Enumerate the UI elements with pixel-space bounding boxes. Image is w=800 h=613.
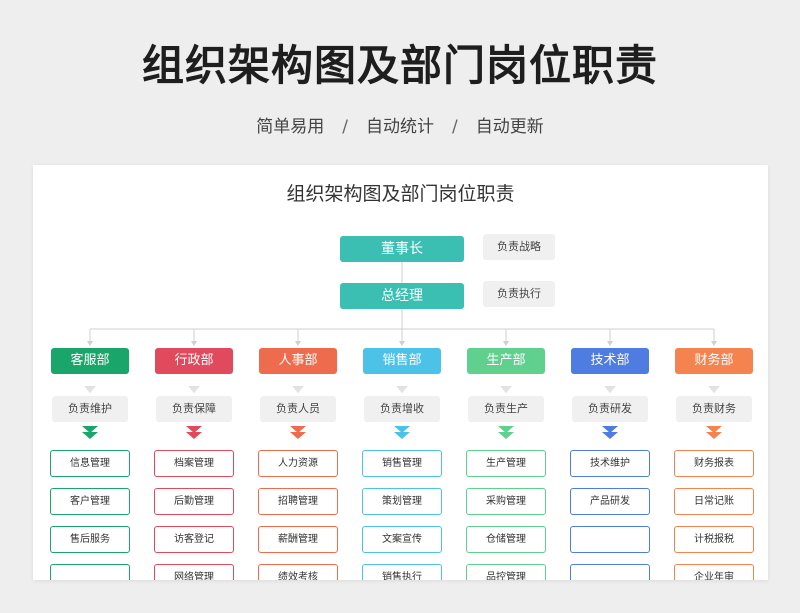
subtitle-item-auto-stats: 自动统计 xyxy=(366,117,434,137)
chevron-down-icon xyxy=(82,432,98,439)
department-box: 客服部 xyxy=(51,348,129,374)
connector-arrow-admin xyxy=(191,341,197,346)
department-box: 行政部 xyxy=(155,348,233,374)
subtitle-item-easy: 简单易用 xyxy=(256,117,325,137)
duty-item: 文案宣传 xyxy=(362,526,442,553)
double-chevron-icon xyxy=(184,426,204,444)
department-box: 生产部 xyxy=(467,348,545,374)
down-arrow-icon xyxy=(708,386,720,393)
duty-item xyxy=(50,564,130,580)
connector-arrow-production xyxy=(503,341,509,346)
chevron-down-icon xyxy=(186,432,202,439)
duty-item: 仓储管理 xyxy=(466,526,546,553)
duty-item: 策划管理 xyxy=(362,488,442,515)
subtitle-separator: / xyxy=(452,117,458,137)
duty-list: 档案管理后勤管理访客登记网络管理 xyxy=(142,450,246,580)
duty-item: 销售执行 xyxy=(362,564,442,580)
department-tech: 技术部负责研发技术维护产品研发 xyxy=(558,348,662,580)
chairman-box: 董事长 xyxy=(340,236,464,262)
duty-item: 企业年审 xyxy=(674,564,754,580)
duty-item xyxy=(570,564,650,580)
page-title: 组织架构图及部门岗位职责 xyxy=(141,41,658,90)
duty-item: 人力资源 xyxy=(258,450,338,477)
down-arrow-icon xyxy=(84,386,96,393)
duty-item: 网络管理 xyxy=(154,564,234,580)
duty-list: 销售管理策划管理文案宣传销售执行 xyxy=(350,450,454,580)
duty-item: 档案管理 xyxy=(154,450,234,477)
chevron-down-icon xyxy=(394,432,410,439)
department-box: 财务部 xyxy=(675,348,753,374)
duty-item: 信息管理 xyxy=(50,450,130,477)
duty-item: 访客登记 xyxy=(154,526,234,553)
double-chevron-icon xyxy=(288,426,308,444)
department-duty-tag: 负责保障 xyxy=(156,396,232,422)
down-arrow-icon xyxy=(500,386,512,393)
duty-item: 客户管理 xyxy=(50,488,130,515)
department-box: 人事部 xyxy=(259,348,337,374)
chairman-duty-tag: 负责战略 xyxy=(483,234,555,260)
duty-item: 计税报税 xyxy=(674,526,754,553)
duty-item: 薪酬管理 xyxy=(258,526,338,553)
department-duty-tag: 负责生产 xyxy=(468,396,544,422)
duty-list: 财务报表日常记账计税报税企业年审 xyxy=(662,450,766,580)
department-duty-tag: 负责研发 xyxy=(572,396,648,422)
connector-arrow-customer-service xyxy=(87,341,93,346)
duty-item: 绩效考核 xyxy=(258,564,338,580)
down-arrow-icon xyxy=(292,386,304,393)
org-chart-card: 组织架构图及部门岗位职责 董事长 负责战略 总经理 负责执行 客服部 负责维护 信息… xyxy=(33,165,768,580)
duty-item: 品控管理 xyxy=(466,564,546,580)
subtitle-item-auto-update: 自动更新 xyxy=(475,117,544,137)
duty-item: 销售管理 xyxy=(362,450,442,477)
department-duty-tag: 负责增收 xyxy=(364,396,440,422)
double-chevron-icon xyxy=(392,426,412,444)
duty-item: 生产管理 xyxy=(466,450,546,477)
department-admin: 行政部负责保障档案管理后勤管理访客登记网络管理 xyxy=(142,348,246,580)
duty-list: 生产管理采购管理仓储管理品控管理 xyxy=(454,450,558,580)
duty-item: 售后服务 xyxy=(50,526,130,553)
department-duty-tag: 负责财务 xyxy=(676,396,752,422)
connector-arrow-sales xyxy=(399,341,405,346)
double-chevron-icon xyxy=(704,426,724,444)
double-chevron-icon xyxy=(496,426,516,444)
duty-list: 技术维护 产品研发 xyxy=(558,450,662,580)
chevron-down-icon xyxy=(602,432,618,439)
down-arrow-icon xyxy=(604,386,616,393)
connector-arrow-hr xyxy=(295,341,301,346)
connector-arrow-tech xyxy=(607,341,613,346)
connector-drops xyxy=(87,329,717,346)
department-production: 生产部负责生产生产管理采购管理仓储管理品控管理 xyxy=(454,348,558,580)
subtitle-separator: / xyxy=(342,117,348,137)
subtitle-bar: 简单易用 / 自动统计 / 自动更新 xyxy=(0,112,800,137)
duty-item: 财务报表 xyxy=(674,450,754,477)
duty-item: 产品研发 xyxy=(570,488,650,515)
duty-list: 人力资源招聘管理薪酬管理绩效考核 xyxy=(246,450,350,580)
duty-item: 后勤管理 xyxy=(154,488,234,515)
down-arrow-icon xyxy=(188,386,200,393)
duty-item: 招聘管理 xyxy=(258,488,338,515)
duty-item: 采购管理 xyxy=(466,488,546,515)
double-chevron-icon xyxy=(600,426,620,444)
connector-lines xyxy=(87,262,717,346)
duty-item: 技术维护 xyxy=(570,450,650,477)
connector-arrow-finance xyxy=(711,341,717,346)
department-customer-service: 客服部负责维护信息管理客户管理售后服务 xyxy=(38,348,142,580)
department-hr: 人事部负责人员人力资源招聘管理薪酬管理绩效考核 xyxy=(246,348,350,580)
ceo-box: 总经理 xyxy=(340,283,464,309)
chevron-down-icon xyxy=(706,432,722,439)
department-duty-tag: 负责人员 xyxy=(260,396,336,422)
department-sales: 销售部负责增收销售管理策划管理文案宣传销售执行 xyxy=(350,348,454,580)
duty-list: 信息管理客户管理售后服务 xyxy=(38,450,142,580)
department-finance: 财务部负责财务财务报表日常记账计税报税企业年审 xyxy=(662,348,766,580)
down-arrow-icon xyxy=(396,386,408,393)
department-duty-tag: 负责维护 xyxy=(52,396,128,422)
double-chevron-icon xyxy=(80,426,100,444)
department-box: 销售部 xyxy=(363,348,441,374)
duty-item: 日常记账 xyxy=(674,488,754,515)
duty-item xyxy=(570,526,650,553)
ceo-duty-tag: 负责执行 xyxy=(483,281,555,307)
department-box: 技术部 xyxy=(571,348,649,374)
chevron-down-icon xyxy=(290,432,306,439)
chevron-down-icon xyxy=(498,432,514,439)
